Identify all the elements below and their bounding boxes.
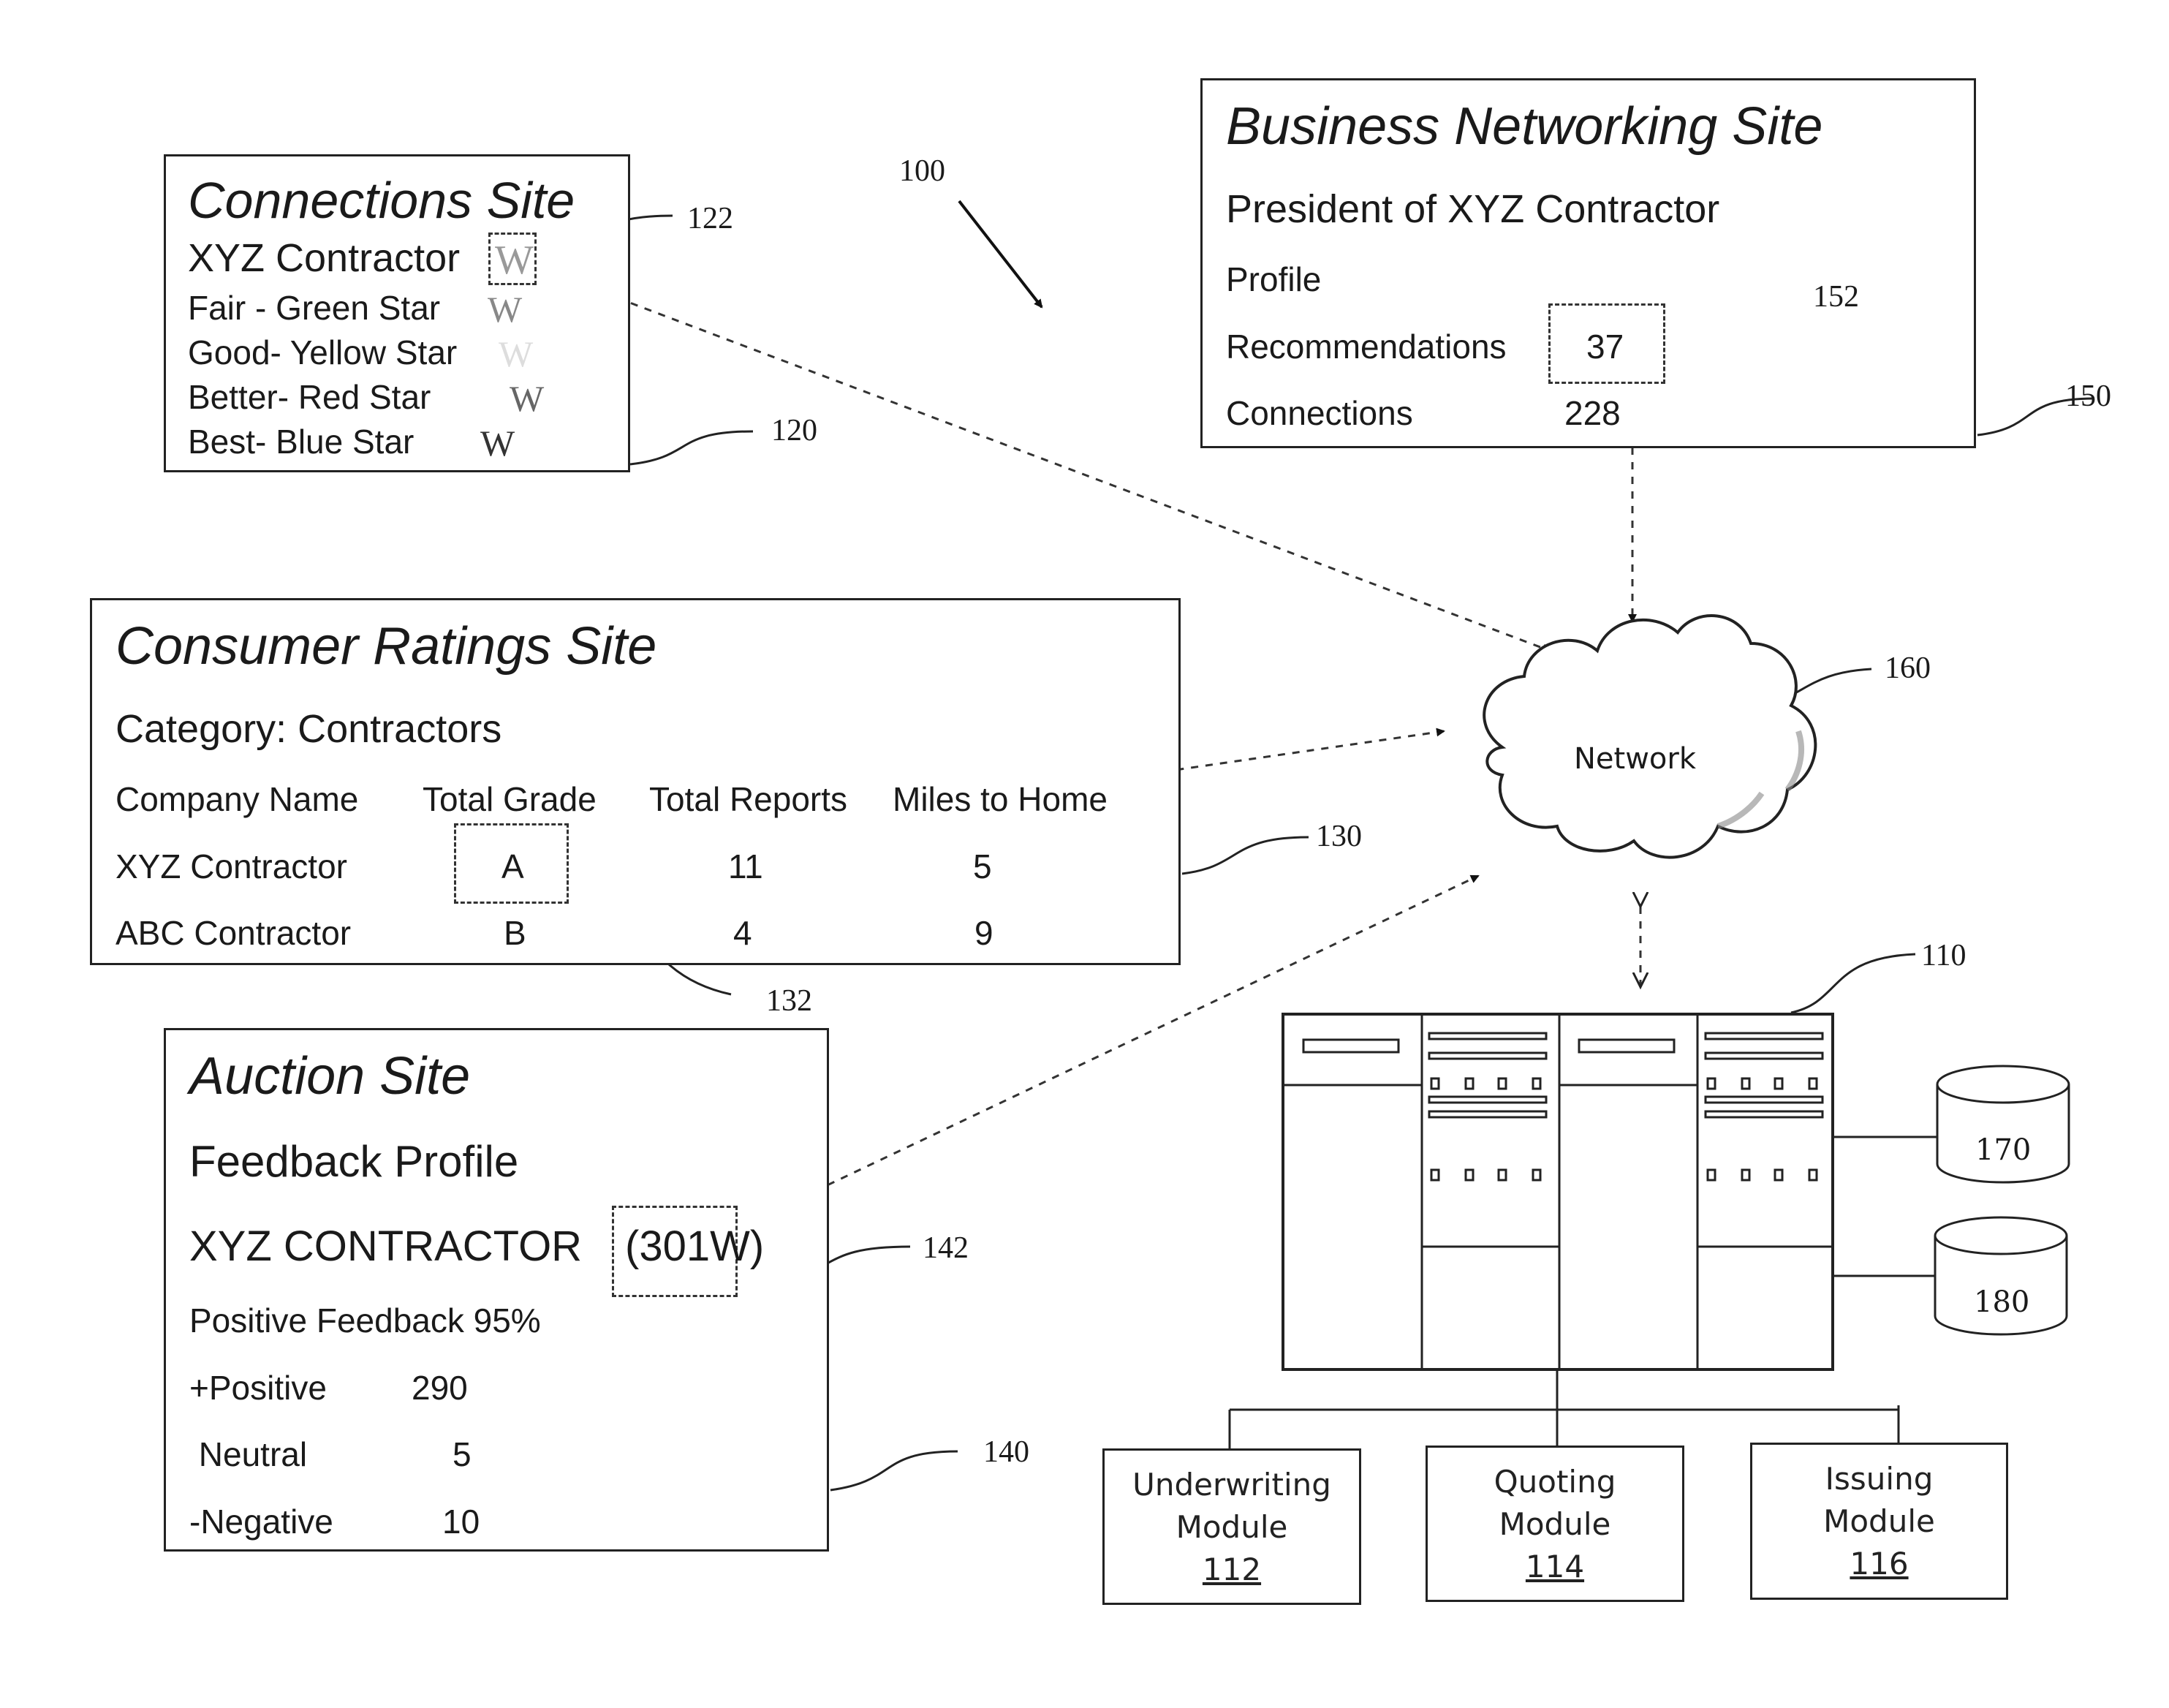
- connections-site-panel: Connections Site XYZ Contractor W Fair -…: [164, 154, 630, 472]
- col-total-reports: Total Reports: [649, 780, 848, 818]
- col-total-grade: Total Grade: [423, 780, 597, 818]
- legend-item-better: Better- Red Star: [188, 378, 431, 416]
- feedback-profile-label: Feedback Profile: [189, 1137, 519, 1186]
- connections-value: 228: [1564, 394, 1621, 432]
- row-2-company: ABC Contractor: [116, 914, 352, 952]
- issuing-module-line1: Issuing: [1825, 1461, 1934, 1497]
- row-2-reports: 4: [733, 914, 752, 952]
- business-subtitle: President of XYZ Contractor: [1226, 187, 1720, 231]
- blue-star-icon: W: [480, 423, 515, 464]
- quoting-module[interactable]: Quoting Module 114: [1426, 1446, 1684, 1602]
- col-company-name: Company Name: [116, 780, 359, 818]
- ref-130: 130: [1316, 820, 1362, 853]
- row-1-miles: 5: [973, 847, 992, 885]
- row-2-miles: 9: [974, 914, 993, 952]
- leader-140: [830, 1450, 958, 1492]
- db-170-label: 170: [1975, 1133, 2032, 1167]
- recommendations-label: Recommendations: [1226, 328, 1507, 366]
- issuing-module-number: 116: [1850, 1546, 1909, 1582]
- network-cloud-icon[interactable]: [1483, 614, 1817, 859]
- green-star-icon: W: [488, 289, 523, 330]
- ref-120: 120: [771, 414, 817, 447]
- quoting-module-line2: Module: [1499, 1506, 1611, 1542]
- auction-site-title: Auction Site: [189, 1047, 471, 1106]
- leader-110: [1790, 953, 1916, 1014]
- leader-120: [629, 430, 754, 466]
- leader-130: [1181, 836, 1309, 875]
- red-star-icon: W: [510, 378, 545, 419]
- legend-item-fair: Fair - Green Star: [188, 289, 441, 327]
- connections-site-title: Connections Site: [188, 172, 575, 229]
- yellow-star-icon: W: [499, 333, 534, 374]
- business-networking-site-panel: Business Networking Site President of XY…: [1200, 78, 1976, 448]
- legend-item-best: Best- Blue Star: [188, 423, 415, 461]
- positive-value: 290: [412, 1369, 468, 1407]
- ref-160: 160: [1885, 651, 1931, 685]
- figure-ref-label: 100: [899, 154, 945, 188]
- auction-entity: XYZ CONTRACTOR: [189, 1223, 583, 1270]
- legend-item-good: Good- Yellow Star: [188, 333, 458, 371]
- negative-label: -Negative: [189, 1503, 333, 1541]
- module-bus: [1228, 1369, 1900, 1449]
- underwriting-module-line2: Module: [1176, 1509, 1288, 1545]
- auction-site-panel: Auction Site Feedback Profile XYZ CONTRA…: [164, 1028, 829, 1552]
- neutral-value: 5: [453, 1435, 472, 1473]
- positive-feedback-percent: Positive Feedback 95%: [189, 1301, 541, 1339]
- neutral-label: Neutral: [189, 1435, 308, 1473]
- connections-label: Connections: [1226, 394, 1413, 432]
- row-1-grade: A: [501, 847, 524, 885]
- ref-110: 110: [1921, 939, 1967, 972]
- figure-arrow: [958, 200, 1043, 309]
- negative-value: 10: [442, 1503, 480, 1541]
- row-2-grade: B: [504, 914, 526, 952]
- ref-132: 132: [766, 984, 812, 1018]
- business-site-title: Business Networking Site: [1226, 97, 1823, 156]
- server-rack-icon[interactable]: [1282, 1013, 1834, 1371]
- issuing-module[interactable]: Issuing Module 116: [1750, 1443, 2008, 1600]
- underwriting-module-number: 112: [1202, 1552, 1262, 1587]
- db-180-label: 180: [1974, 1285, 2030, 1319]
- connections-entity-name: XYZ Contractor: [188, 236, 461, 280]
- ref-122: 122: [687, 202, 733, 235]
- quoting-module-line1: Quoting: [1494, 1464, 1616, 1500]
- connections-entity: XYZ Contractor: [188, 235, 460, 281]
- positive-label: +Positive: [189, 1369, 327, 1407]
- recommendations-value: 37: [1586, 328, 1624, 366]
- underwriting-module-line1: Underwriting: [1132, 1467, 1331, 1503]
- row-1-reports: 11: [728, 847, 763, 885]
- ref-140: 140: [983, 1435, 1029, 1469]
- issuing-module-line2: Module: [1823, 1503, 1935, 1539]
- consumer-ratings-site-panel: Consumer Ratings Site Category: Contract…: [90, 598, 1181, 965]
- network-label: Network: [1574, 742, 1697, 776]
- ref-152: 152: [1813, 280, 1859, 314]
- row-1-company: XYZ Contractor: [116, 847, 347, 885]
- star-badge-icon: W: [495, 238, 534, 283]
- ref-150: 150: [2065, 379, 2111, 413]
- auction-score: (301W): [625, 1223, 765, 1270]
- underwriting-module[interactable]: Underwriting Module 112: [1102, 1448, 1361, 1605]
- quoting-module-number: 114: [1525, 1549, 1585, 1584]
- consumer-site-title: Consumer Ratings Site: [116, 617, 657, 676]
- ref-142: 142: [923, 1231, 969, 1265]
- col-miles-to-home: Miles to Home: [893, 780, 1108, 818]
- profile-label: Profile: [1226, 260, 1322, 298]
- category-label: Category: Contractors: [116, 707, 502, 751]
